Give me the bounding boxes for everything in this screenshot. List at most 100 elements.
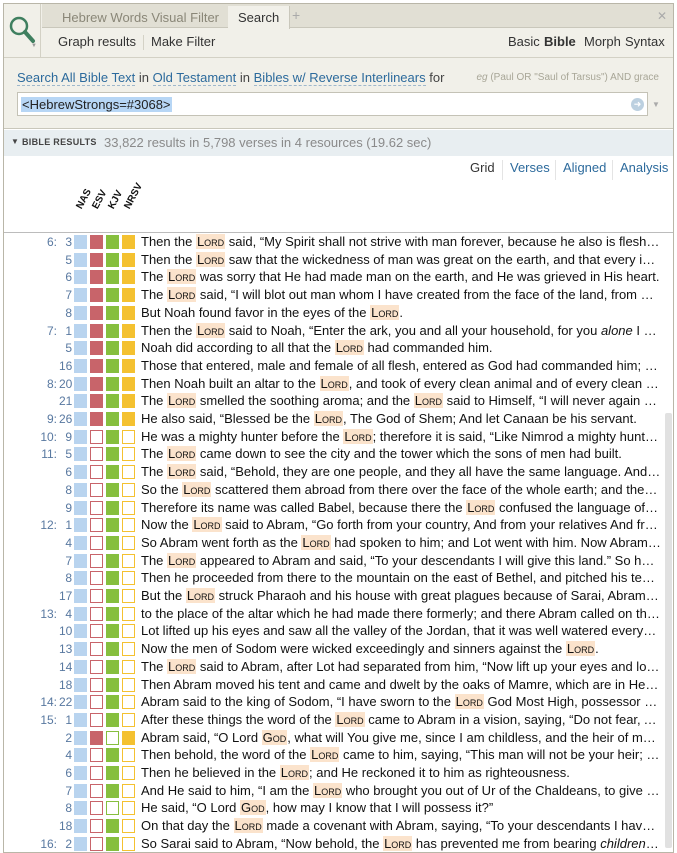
verse-text[interactable]: The Lord came down to see the city and t… <box>141 446 661 462</box>
verse-text[interactable]: So the Lord scattered them abroad from t… <box>141 481 661 497</box>
table-row[interactable]: 15: 1 After these things the word of the … <box>4 711 662 729</box>
table-row[interactable]: 16 Those that entered, male and female of… <box>4 357 662 375</box>
verse-text[interactable]: The Lord said, “I will blot out man whom… <box>141 287 661 303</box>
table-row[interactable]: 13: 4 to the place of the altar which he h… <box>4 605 662 623</box>
hit-cell-nas[interactable] <box>74 341 87 356</box>
chapter-number[interactable]: 10: <box>24 430 57 444</box>
hit-cell-nrsv[interactable] <box>122 819 135 834</box>
verse-text[interactable]: Lot lifted up his eyes and saw all the v… <box>141 623 661 638</box>
chapter-number[interactable]: 8: <box>24 377 57 391</box>
column-header-kjv[interactable]: KJV <box>106 189 125 211</box>
verse-number[interactable]: 7 <box>59 784 72 798</box>
hit-cell-nas[interactable] <box>74 589 87 603</box>
hit-cell-kjv[interactable] <box>106 730 119 745</box>
hit-cell-nrsv[interactable] <box>122 836 135 851</box>
hit-cell-kjv[interactable] <box>106 748 119 763</box>
hit-cell-esv[interactable] <box>90 447 103 462</box>
verse-number[interactable]: 21 <box>59 394 72 408</box>
verse-number[interactable]: 9 <box>59 430 72 444</box>
mode-bible[interactable]: Bible <box>544 34 576 49</box>
make-filter-button[interactable]: Make Filter <box>151 34 215 49</box>
hit-cell-nas[interactable] <box>74 712 87 727</box>
verse-number[interactable]: 1 <box>59 713 72 727</box>
verse-text[interactable]: So Sarai said to Abram, “Now behold, the… <box>141 835 661 851</box>
search-input[interactable]: <HebrewStrongs=#3068> ➜ <box>17 92 648 116</box>
hit-cell-nrsv[interactable] <box>122 624 135 639</box>
hit-cell-kjv[interactable] <box>106 659 119 674</box>
add-tab-icon[interactable]: + <box>292 7 300 23</box>
hit-cell-nrsv[interactable] <box>122 465 135 480</box>
hit-cell-nas[interactable] <box>74 730 87 745</box>
hit-cell-kjv[interactable] <box>106 447 119 462</box>
hit-cell-kjv[interactable] <box>106 288 119 303</box>
hit-cell-esv[interactable] <box>90 695 103 710</box>
history-dropdown-icon[interactable]: ▼ <box>652 100 660 109</box>
hit-cell-esv[interactable] <box>90 571 103 586</box>
chapter-number[interactable]: 12: <box>24 518 57 532</box>
hit-cell-kjv[interactable] <box>106 376 119 391</box>
hit-cell-kjv[interactable] <box>106 341 119 356</box>
view-analysis[interactable]: Analysis <box>620 160 668 175</box>
chapter-number[interactable]: 6: <box>24 235 57 249</box>
table-row[interactable]: 10: 9 He was a mighty hunter before the Lo… <box>4 428 662 446</box>
hit-cell-nas[interactable] <box>74 659 87 674</box>
hit-cell-kjv[interactable] <box>106 518 119 533</box>
table-row[interactable]: 6: 3 Then the Lord said, “My Spirit shall … <box>4 233 662 251</box>
verse-number[interactable]: 8 <box>59 306 72 320</box>
column-header-nrsv[interactable]: NRSV <box>122 181 145 211</box>
table-row[interactable]: 21 The Lord smelled the soothing aroma; a… <box>4 392 662 410</box>
hit-cell-esv[interactable] <box>90 677 103 692</box>
table-row[interactable]: 17 But the Lord struck Pharaoh and his ho… <box>4 587 662 605</box>
hit-cell-nrsv[interactable] <box>122 535 135 550</box>
hit-cell-nas[interactable] <box>74 766 87 780</box>
verse-number[interactable]: 22 <box>59 695 72 709</box>
table-row[interactable]: 8 So the Lord scattered them abroad from … <box>4 481 662 499</box>
hit-cell-nrsv[interactable] <box>122 712 135 727</box>
verse-text[interactable]: Then Abram moved his tent and came and d… <box>141 677 661 692</box>
hit-cell-nas[interactable] <box>74 801 87 816</box>
collapse-triangle-icon[interactable]: ▼ <box>11 137 19 146</box>
hit-cell-nrsv[interactable] <box>122 730 135 745</box>
hit-cell-nas[interactable] <box>74 783 87 798</box>
verse-number[interactable]: 2 <box>59 837 72 851</box>
scrollbar[interactable] <box>664 233 673 852</box>
verse-text[interactable]: Then the Lord said to Noah, “Enter the a… <box>141 322 661 338</box>
verse-number[interactable]: 3 <box>59 235 72 249</box>
hit-cell-esv[interactable] <box>90 589 103 603</box>
table-row[interactable]: 11: 5 The Lord came down to see the city a… <box>4 445 662 463</box>
chapter-number[interactable]: 9: <box>24 412 57 426</box>
hit-cell-nrsv[interactable] <box>122 323 135 338</box>
chapter-number[interactable]: 15: <box>24 713 57 727</box>
verse-number[interactable]: 6 <box>59 270 72 284</box>
hit-cell-nrsv[interactable] <box>122 412 135 426</box>
chapter-number[interactable]: 13: <box>24 607 57 621</box>
verse-number[interactable]: 2 <box>59 731 72 745</box>
verse-number[interactable]: 7 <box>59 288 72 302</box>
hit-cell-nas[interactable] <box>74 819 87 834</box>
hit-cell-kjv[interactable] <box>106 606 119 621</box>
verse-text[interactable]: Then he believed in the Lord; and He rec… <box>141 765 661 780</box>
tab-search[interactable]: Search <box>228 6 291 29</box>
verse-text[interactable]: Then the Lord said, “My Spirit shall not… <box>141 234 661 249</box>
hit-cell-nrsv[interactable] <box>122 394 135 409</box>
scrollbar-thumb[interactable] <box>665 413 672 848</box>
hit-cell-kjv[interactable] <box>106 836 119 851</box>
chapter-number[interactable]: 7: <box>24 324 57 338</box>
verse-number[interactable]: 8 <box>59 571 72 585</box>
table-row[interactable]: 18 On that day the Lord made a covenant w… <box>4 817 662 835</box>
verse-number[interactable]: 26 <box>59 412 72 426</box>
verse-text[interactable]: The Lord was sorry that He had made man … <box>141 269 661 285</box>
verse-text[interactable]: And He said to him, “I am the Lord who b… <box>141 782 661 798</box>
hit-cell-nas[interactable] <box>74 270 87 285</box>
verse-text[interactable]: Then the Lord saw that the wickedness of… <box>141 251 661 267</box>
table-row[interactable]: 2 Abram said, “O Lord God, what will You … <box>4 729 662 747</box>
table-row[interactable]: 9: 26 He also said, “Blessed be the Lord, … <box>4 410 662 428</box>
verse-number[interactable]: 4 <box>59 607 72 621</box>
hit-cell-kjv[interactable] <box>106 429 119 444</box>
hit-cell-kjv[interactable] <box>106 270 119 285</box>
hit-cell-esv[interactable] <box>90 341 103 356</box>
verse-text[interactable]: The Lord said to Abram, after Lot had se… <box>141 658 661 674</box>
hit-cell-kjv[interactable] <box>106 624 119 639</box>
search-menu-button[interactable]: ▼ <box>4 4 41 57</box>
hit-cell-nas[interactable] <box>74 288 87 303</box>
